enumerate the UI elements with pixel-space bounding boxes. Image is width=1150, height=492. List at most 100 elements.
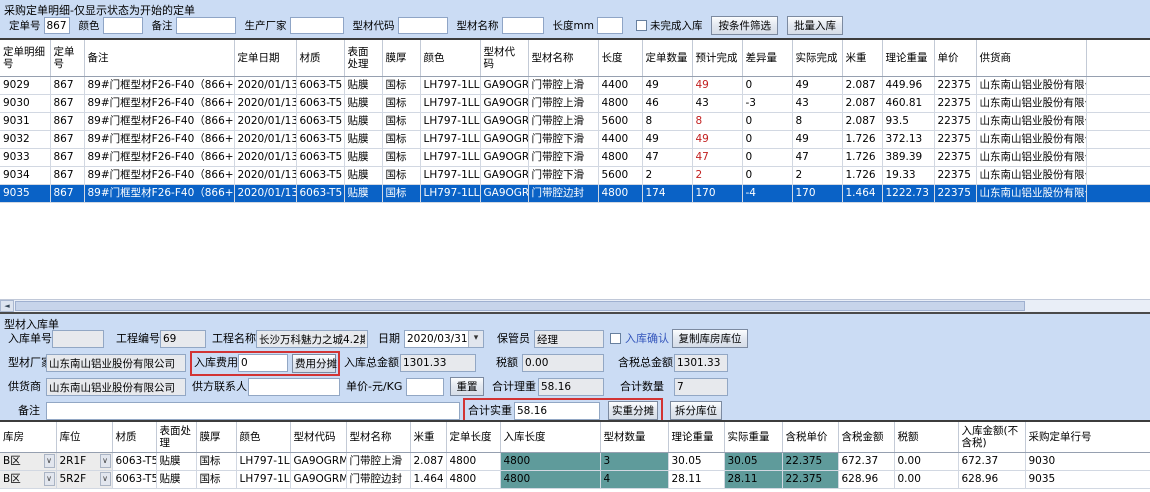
column-header[interactable]: 理论重量	[882, 40, 934, 76]
filter-input-3[interactable]	[290, 17, 344, 34]
table-row[interactable]: ∨B区∨5R2F6063-T5贴膜国标LH797-1LL0GA9OGRM05门带…	[0, 470, 1150, 488]
column-header[interactable]: 颜色	[236, 422, 290, 452]
column-header[interactable]: 表面处理	[156, 422, 196, 452]
column-header[interactable]: 米重	[842, 40, 882, 76]
column-header[interactable]: 采购定单行号	[1025, 422, 1150, 452]
column-header[interactable]: 单价	[934, 40, 976, 76]
filter-input-5[interactable]	[502, 17, 544, 34]
cell: 山东南山铝业股份有限公司	[976, 76, 1086, 94]
inbound-fee-input[interactable]	[238, 354, 288, 372]
column-header[interactable]: 定单长度	[446, 422, 500, 452]
column-header[interactable]: 长度	[598, 40, 642, 76]
column-header[interactable]: 材质	[296, 40, 344, 76]
cell: 贴膜	[156, 470, 196, 488]
table-row[interactable]: 903586789#门框型材F26-F40（866+867）2020/01/13…	[0, 184, 1150, 202]
table-row[interactable]: 902986789#门框型材F26-F40（866+867）2020/01/13…	[0, 76, 1150, 94]
column-header[interactable]: 入库长度	[500, 422, 600, 452]
unfinished-inbound-checkbox[interactable]	[636, 20, 647, 31]
weight-allocate-button[interactable]: 实重分摊	[608, 401, 658, 420]
table-row[interactable]: 903086789#门框型材F26-F40（866+867）2020/01/13…	[0, 94, 1150, 112]
column-header[interactable]: 差异量	[742, 40, 792, 76]
table-row[interactable]: 903386789#门框型材F26-F40（866+867）2020/01/13…	[0, 148, 1150, 166]
keeper-field[interactable]	[534, 330, 604, 348]
column-header[interactable]: 型材名称	[346, 422, 410, 452]
table-row[interactable]: 903286789#门框型材F26-F40（866+867）2020/01/13…	[0, 130, 1150, 148]
reset-button[interactable]: 重置	[450, 377, 484, 396]
cell: 国标	[382, 76, 420, 94]
cell: LH797-1LL0	[420, 166, 480, 184]
project-no-field[interactable]	[160, 330, 206, 348]
cell: 2	[642, 166, 692, 184]
cell: 2020/01/13	[234, 148, 296, 166]
filter-by-condition-button[interactable]: 按条件筛选	[711, 16, 778, 35]
filter-input-1[interactable]	[103, 17, 143, 34]
supplier-contact-input[interactable]	[248, 378, 340, 396]
supplier-field[interactable]	[46, 378, 186, 396]
filter-input-0[interactable]	[44, 17, 70, 34]
order-grid-hscrollbar[interactable]: ◄	[0, 299, 1150, 312]
column-header[interactable]: 米重	[410, 422, 446, 452]
inbound-total-field[interactable]	[400, 354, 476, 372]
column-header[interactable]: 入库金额(不含税)	[958, 422, 1025, 452]
filter-input-4[interactable]	[398, 17, 448, 34]
column-header[interactable]: 型材数量	[600, 422, 668, 452]
column-header[interactable]: 膜厚	[382, 40, 420, 76]
cell: 22.375	[782, 470, 838, 488]
filter-input-6[interactable]	[597, 17, 623, 34]
column-header[interactable]: 理论重量	[668, 422, 724, 452]
calendar-dropdown-icon[interactable]: ▾	[468, 331, 483, 347]
table-row[interactable]: ∨B区∨2R1F6063-T5贴膜国标LH797-1LL0GA9OGRM03门带…	[0, 452, 1150, 470]
copy-location-button[interactable]: 复制库房库位	[672, 329, 748, 348]
column-header[interactable]: 型材代码	[290, 422, 346, 452]
column-header[interactable]: 备注	[84, 40, 234, 76]
column-header[interactable]: 定单数量	[642, 40, 692, 76]
column-header[interactable]: 颜色	[420, 40, 480, 76]
hscroll-thumb[interactable]	[15, 301, 1025, 311]
remark-input[interactable]	[46, 402, 460, 420]
column-header[interactable]: 型材代码	[480, 40, 528, 76]
column-header[interactable]: 含税金额	[838, 422, 894, 452]
column-header[interactable]: 定单号	[50, 40, 84, 76]
column-header[interactable]: 库位	[56, 422, 112, 452]
cell: 6063-T5	[296, 112, 344, 130]
filter-input-2[interactable]	[176, 17, 236, 34]
column-header[interactable]: 实际重量	[724, 422, 782, 452]
dropdown-arrow-icon[interactable]: ∨	[44, 454, 55, 468]
total-actual-weight-input[interactable]	[514, 402, 600, 420]
inbound-no-field[interactable]	[52, 330, 104, 348]
column-header[interactable]: 表面处理	[344, 40, 382, 76]
cell: 9035	[1025, 470, 1150, 488]
scroll-left-icon[interactable]: ◄	[0, 300, 14, 312]
project-name-field[interactable]	[256, 330, 368, 348]
dropdown-arrow-icon[interactable]: ∨	[44, 472, 55, 486]
manufacturer-field[interactable]	[46, 354, 186, 372]
column-header[interactable]: 预计完成	[692, 40, 742, 76]
column-header[interactable]: 定单明细号	[0, 40, 50, 76]
column-header[interactable]: 膜厚	[196, 422, 236, 452]
table-row[interactable]: 903486789#门框型材F26-F40（866+867）2020/01/13…	[0, 166, 1150, 184]
cell: 国标	[196, 470, 236, 488]
column-header[interactable]: 含税单价	[782, 422, 838, 452]
total-with-tax-field[interactable]	[674, 354, 728, 372]
total-qty-field[interactable]	[674, 378, 728, 396]
column-header[interactable]: 型材名称	[528, 40, 598, 76]
column-header[interactable]: 材质	[112, 422, 156, 452]
dropdown-arrow-icon[interactable]: ∨	[100, 472, 111, 486]
total-theory-weight-field[interactable]	[538, 378, 604, 396]
fee-allocate-button[interactable]: 费用分摊	[292, 354, 336, 373]
column-header[interactable]: 实际完成	[792, 40, 842, 76]
split-location-button[interactable]: 拆分库位	[670, 401, 722, 420]
unit-price-input[interactable]	[406, 378, 444, 396]
column-header[interactable]: 税额	[894, 422, 958, 452]
cell: 449.96	[882, 76, 934, 94]
batch-inbound-button[interactable]: 批量入库	[787, 16, 843, 35]
column-header[interactable]: 供货商	[976, 40, 1086, 76]
inbound-confirm-checkbox[interactable]	[610, 333, 621, 344]
column-header[interactable]: 库房	[0, 422, 56, 452]
tax-field[interactable]	[522, 354, 604, 372]
column-header[interactable]	[1086, 40, 1150, 76]
column-header[interactable]: 定单日期	[234, 40, 296, 76]
table-row[interactable]: 903186789#门框型材F26-F40（866+867）2020/01/13…	[0, 112, 1150, 130]
cell: 47	[792, 148, 842, 166]
dropdown-arrow-icon[interactable]: ∨	[100, 454, 111, 468]
